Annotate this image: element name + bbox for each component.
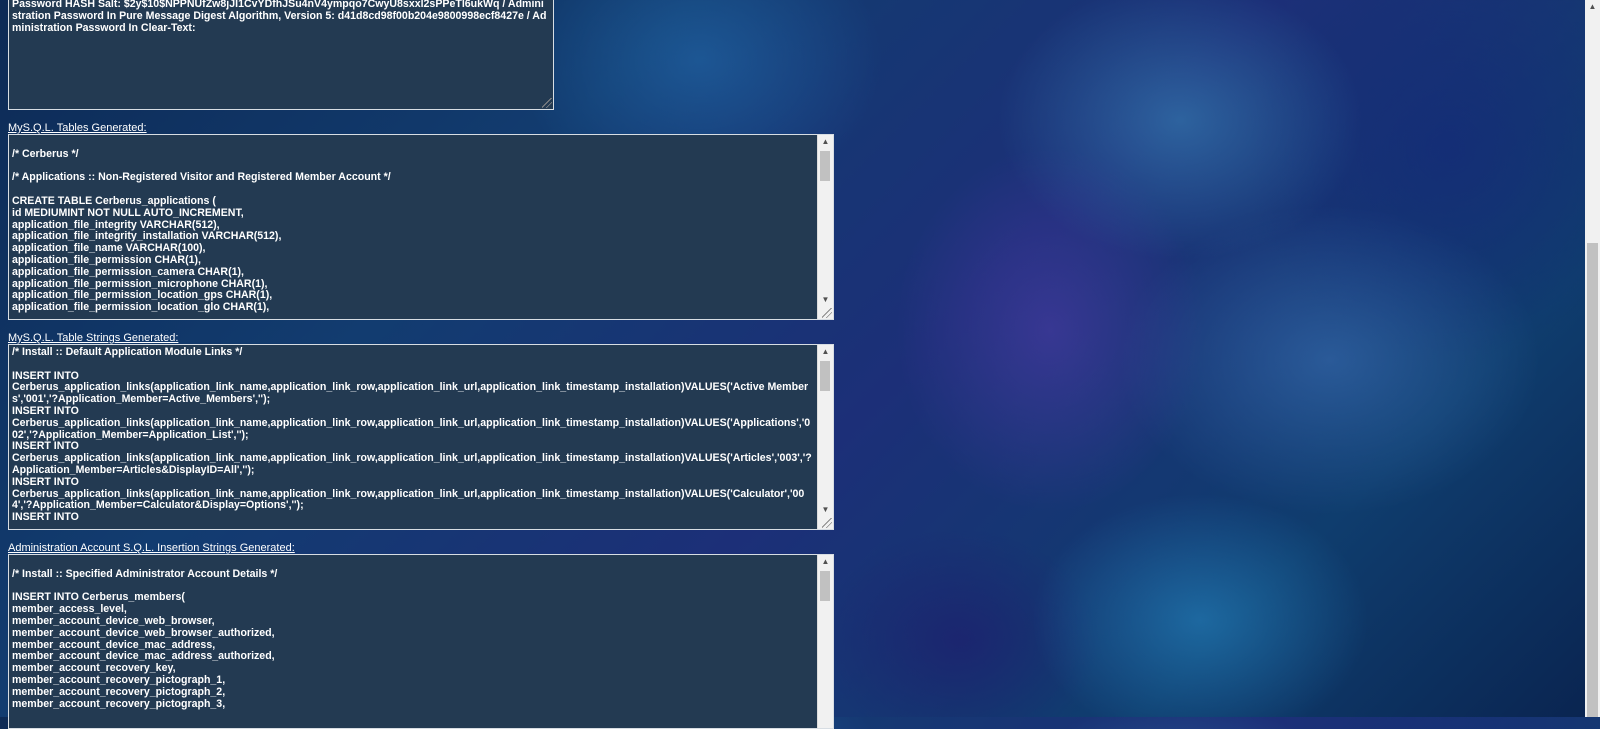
scroll-up-arrow-icon[interactable]: ▲ [1585, 0, 1600, 14]
scroll-down-arrow-icon[interactable]: ▼ [818, 293, 833, 307]
scroll-thumb[interactable] [820, 571, 830, 601]
scroll-thumb[interactable] [820, 151, 830, 181]
scroll-down-arrow-icon[interactable]: ▼ [818, 503, 833, 517]
page-scrollbar[interactable]: ▲ [1585, 0, 1600, 717]
admin-strings-generated-label: Administration Account S.Q.L. Insertion … [8, 542, 295, 554]
page-scroll-thumb[interactable] [1587, 243, 1598, 717]
resize-grip-icon[interactable] [822, 308, 832, 318]
admin-strings-scrollbar[interactable]: ▲ [817, 555, 833, 728]
tables-scrollbar[interactable]: ▲ ▼ [817, 135, 833, 319]
table-strings-scrollbar[interactable]: ▲ ▼ [817, 345, 833, 529]
tables-generated-label: MyS.Q.L. Tables Generated: [8, 122, 147, 134]
admin-strings-generated-textarea[interactable]: /* Install :: Specified Administrator Ac… [8, 554, 834, 729]
resize-grip-icon[interactable] [822, 518, 832, 528]
password-hash-textarea[interactable]: Password HASH Salt: $2y$10$NPPNUfZw8jJI1… [8, 0, 554, 110]
table-strings-generated-text: /* Install :: Default Application Module… [12, 347, 812, 524]
resize-grip-icon[interactable] [542, 98, 552, 108]
scroll-up-arrow-icon[interactable]: ▲ [818, 555, 833, 569]
password-hash-text: Password HASH Salt: $2y$10$NPPNUfZw8jJI1… [12, 0, 547, 34]
admin-strings-generated-text: /* Install :: Specified Administrator Ac… [12, 567, 278, 710]
table-strings-generated-textarea[interactable]: /* Install :: Default Application Module… [8, 344, 834, 530]
scroll-up-arrow-icon[interactable]: ▲ [818, 345, 833, 359]
table-strings-generated-label: MyS.Q.L. Table Strings Generated: [8, 332, 179, 344]
tables-generated-text: /* Cerberus */ /* Applications :: Non-Re… [12, 147, 391, 314]
tables-generated-textarea[interactable]: /* Cerberus */ /* Applications :: Non-Re… [8, 134, 834, 320]
scroll-thumb[interactable] [820, 361, 830, 391]
scroll-up-arrow-icon[interactable]: ▲ [818, 135, 833, 149]
